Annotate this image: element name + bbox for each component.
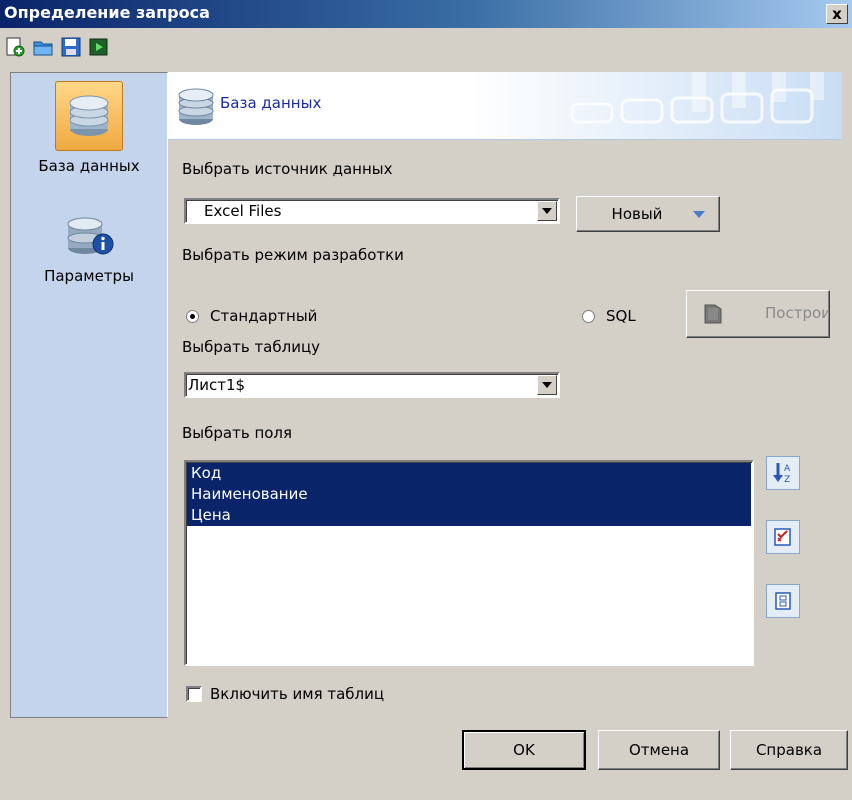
fields-listbox[interactable]: Код Наименование Цена bbox=[184, 460, 754, 666]
sort-az-icon: A Z bbox=[773, 463, 791, 485]
mode-sql-radio[interactable] bbox=[582, 310, 595, 323]
close-button[interactable]: x bbox=[826, 4, 848, 24]
sort-az-button[interactable]: A Z bbox=[766, 456, 800, 490]
list-item[interactable]: Код bbox=[187, 463, 751, 484]
source-label: Выбрать источник данных bbox=[182, 160, 393, 178]
open-icon bbox=[33, 41, 53, 56]
mode-standard-radio[interactable] bbox=[186, 310, 199, 323]
include-table-name-checkbox[interactable] bbox=[186, 686, 202, 702]
new-source-button[interactable]: Новый bbox=[576, 196, 720, 232]
select-all-button[interactable] bbox=[766, 520, 800, 554]
run-icon bbox=[89, 38, 108, 56]
clear-list-icon bbox=[775, 592, 791, 610]
list-item[interactable]: Наименование bbox=[187, 484, 751, 505]
dropdown-arrow-icon bbox=[693, 211, 705, 218]
data-source-value: Excel Files bbox=[204, 202, 282, 220]
deselect-all-button[interactable] bbox=[766, 584, 800, 618]
svg-text:Z: Z bbox=[784, 475, 790, 485]
chevron-down-icon[interactable] bbox=[537, 201, 557, 221]
sidebar-item-database[interactable]: База данных bbox=[11, 81, 167, 175]
save-icon bbox=[61, 37, 81, 57]
content-panel: База данных Выбрать источник данных Exce… bbox=[168, 72, 842, 718]
new-query-button[interactable] bbox=[4, 36, 26, 58]
run-button[interactable] bbox=[88, 36, 110, 58]
page-title: База данных bbox=[220, 94, 322, 112]
mode-standard-label: Стандартный bbox=[210, 307, 318, 325]
mode-sql-label: SQL bbox=[606, 307, 636, 325]
sidebar: База данных Параметры bbox=[10, 72, 168, 718]
open-button[interactable] bbox=[32, 36, 54, 58]
include-table-name-label: Включить имя таблиц bbox=[210, 685, 385, 703]
new-button-label: Новый bbox=[611, 205, 663, 223]
mode-label: Выбрать режим разработки bbox=[182, 246, 404, 264]
toolbar bbox=[0, 28, 852, 68]
database-info-icon bbox=[55, 211, 123, 261]
window-title: Определение запроса bbox=[4, 3, 210, 22]
banner-decoration bbox=[570, 72, 824, 124]
save-button[interactable] bbox=[60, 36, 82, 58]
list-item[interactable]: Цена bbox=[187, 505, 751, 526]
ok-button[interactable]: OK bbox=[462, 730, 586, 770]
data-source-select[interactable]: Excel Files bbox=[184, 198, 560, 224]
fields-label: Выбрать поля bbox=[182, 424, 293, 442]
title-bar: Определение запроса x bbox=[0, 0, 852, 28]
build-button-label: Построит bbox=[765, 304, 830, 322]
database-icon bbox=[178, 88, 214, 125]
table-select[interactable]: Лист1$ bbox=[184, 372, 560, 398]
table-value: Лист1$ bbox=[188, 376, 246, 394]
new-icon bbox=[6, 37, 25, 57]
help-button[interactable]: Справка bbox=[730, 730, 848, 770]
build-button[interactable]: Построит bbox=[686, 290, 830, 338]
sidebar-item-label: Параметры bbox=[44, 267, 134, 285]
database-icon bbox=[55, 81, 123, 151]
check-list-icon bbox=[774, 528, 791, 546]
sidebar-item-parameters[interactable]: Параметры bbox=[11, 211, 167, 285]
sidebar-item-label: База данных bbox=[38, 157, 140, 175]
builder-icon bbox=[704, 304, 722, 324]
page-header: База данных bbox=[168, 72, 842, 140]
cancel-button[interactable]: Отмена bbox=[598, 730, 720, 770]
table-label: Выбрать таблицу bbox=[182, 338, 321, 356]
chevron-down-icon[interactable] bbox=[537, 375, 557, 395]
svg-text:A: A bbox=[784, 464, 791, 474]
